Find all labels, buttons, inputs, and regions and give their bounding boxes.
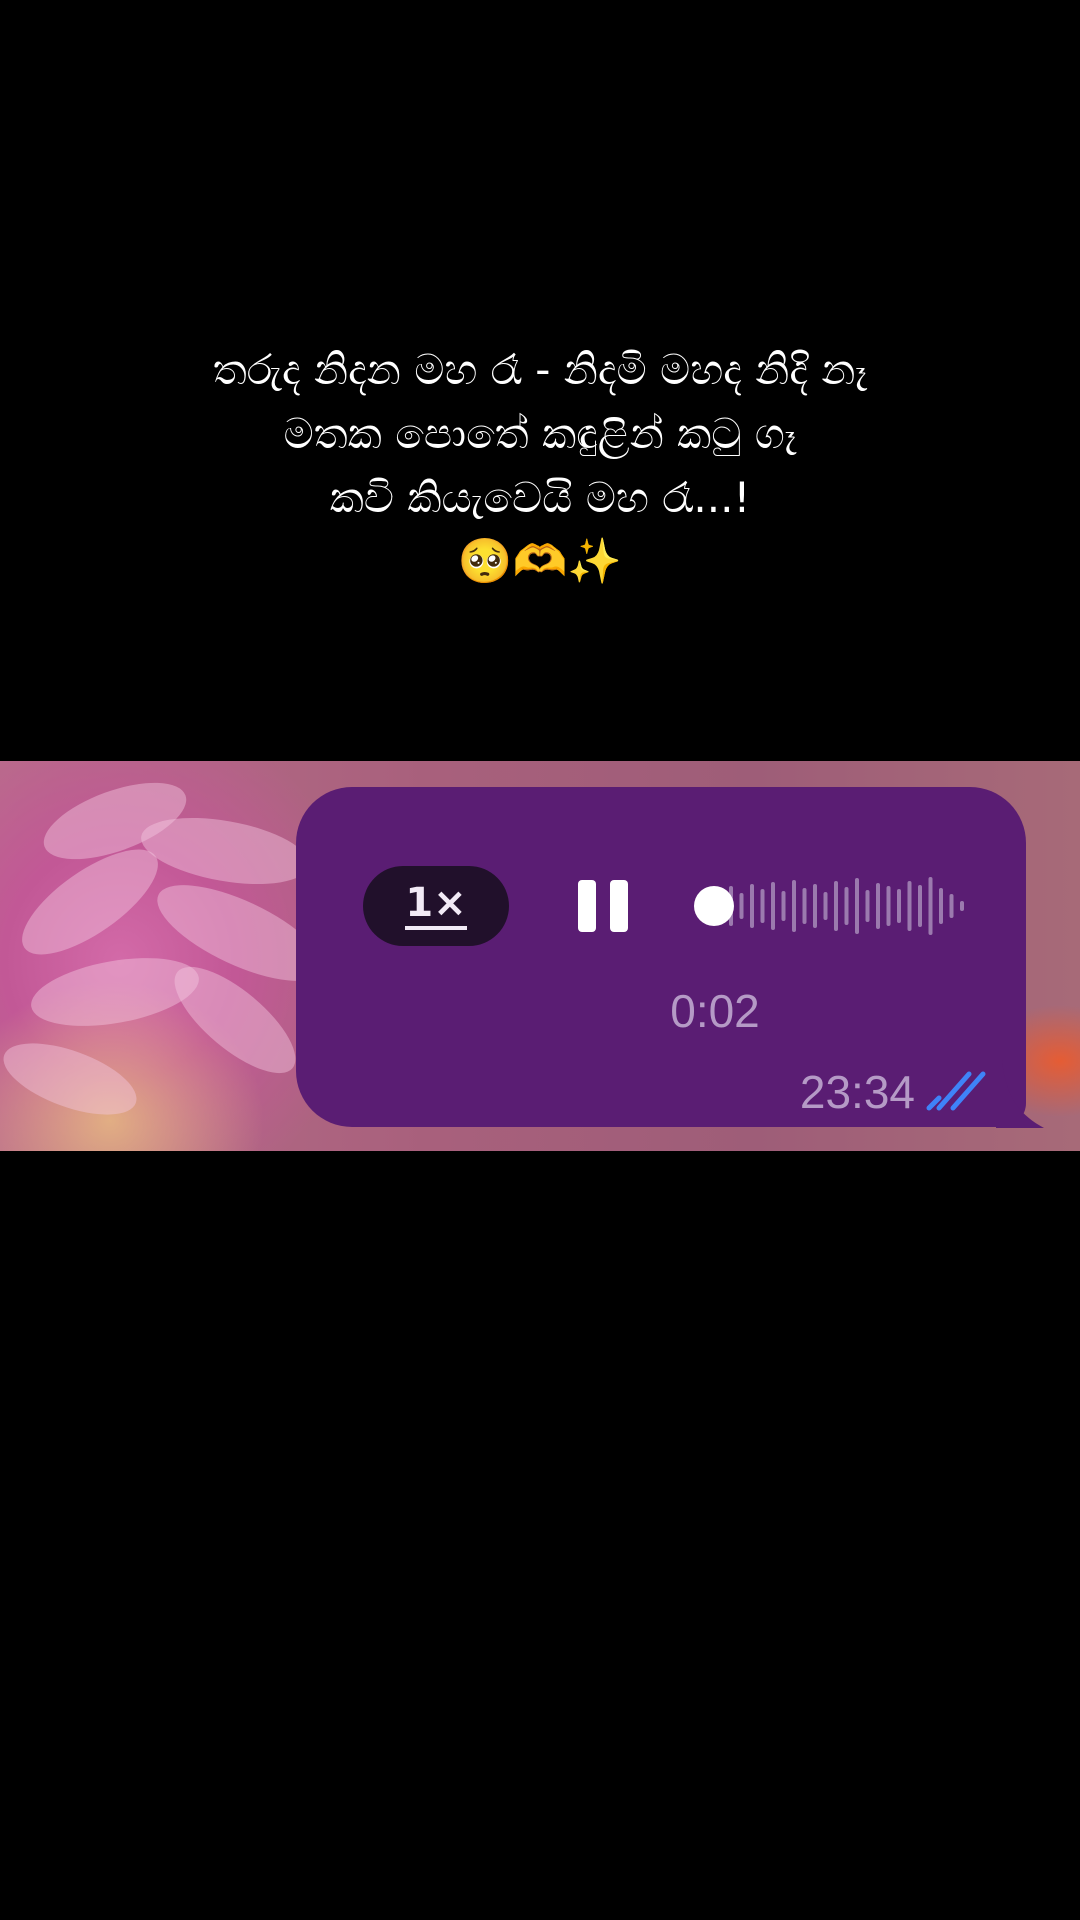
caption-emoji: 🥺🫶✨ — [457, 536, 623, 587]
waveform-bar — [960, 901, 964, 911]
playback-speed-button[interactable]: 1× — [363, 866, 509, 946]
caption-line-3: කවි කියැවෙයි මහ රෑ...! — [329, 473, 751, 522]
waveform-bar — [813, 884, 817, 928]
waveform-bar — [823, 892, 828, 920]
waveform-bar — [907, 881, 912, 931]
bubble-tail — [996, 1060, 1044, 1128]
waveform-bar — [855, 878, 859, 934]
waveform-bar — [897, 889, 901, 923]
audio-waveform[interactable] — [690, 870, 970, 942]
pause-icon[interactable] — [576, 878, 632, 934]
waveform-bar — [886, 886, 891, 926]
waveform-bar — [771, 882, 775, 930]
waveform-bar — [792, 880, 796, 932]
voice-duration: 0:02 — [670, 985, 760, 1037]
waveform-bar — [802, 888, 807, 924]
waveform-bar — [739, 893, 744, 919]
waveform-bar — [928, 877, 933, 935]
playback-speed-label: 1× — [405, 883, 467, 930]
caption-line-1: තරුද නිදන මහ රෑ - නිදමි මහද නිදි නෑ — [212, 345, 868, 394]
waveform-bar — [834, 881, 838, 931]
voice-message-bubble — [296, 787, 1026, 1127]
caption: තරුද නිදන මහ රෑ - නිදමි මහද නිදි නෑ මතක … — [0, 338, 1080, 594]
double-check-icon — [926, 1071, 986, 1111]
waveform-bar — [750, 884, 754, 928]
waveform-bar — [876, 883, 880, 929]
caption-line-2: මතක පොතේ කඳුළින් කටු ගෑ — [283, 409, 797, 458]
flower-petal — [0, 1028, 146, 1130]
waveform-bar — [844, 887, 849, 925]
playback-scrubber-handle[interactable] — [694, 886, 734, 926]
waveform-bar — [918, 885, 922, 927]
waveform-bar — [939, 888, 943, 924]
message-timestamp: 23:34 — [799, 1066, 915, 1118]
flower-petal — [136, 806, 314, 896]
waveform-bar — [781, 891, 786, 921]
waveform-bar — [865, 890, 870, 922]
waveform-bar — [760, 889, 765, 923]
waveform-bar — [949, 894, 954, 918]
